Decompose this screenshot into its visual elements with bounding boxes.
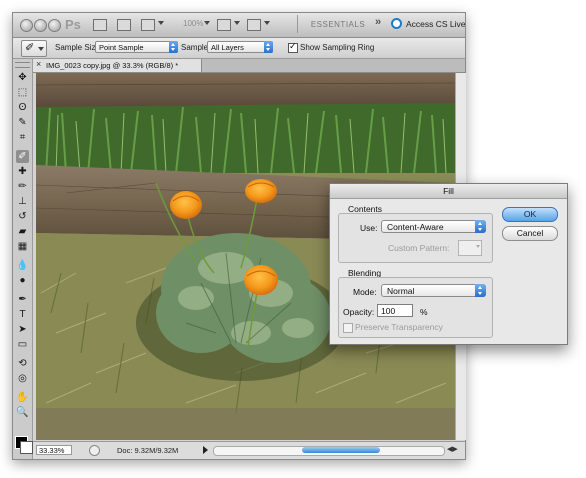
3d-rotate-tool-icon[interactable]: ⟲: [16, 357, 29, 370]
dodge-tool-icon[interactable]: ●: [16, 274, 29, 287]
minimize-window-button[interactable]: [34, 19, 47, 32]
opacity-label: Opacity:: [343, 307, 375, 317]
status-bar: 33.33% Doc: 9.32M/9.32M ◀▶: [33, 441, 465, 459]
cs-live-label: Access CS Live: [406, 19, 466, 29]
use-select[interactable]: Content-Aware: [381, 220, 486, 233]
select-arrows-icon: [475, 284, 486, 297]
chevron-down-icon[interactable]: [204, 21, 210, 25]
select-arrows-icon: [169, 41, 178, 53]
marquee-tool-icon[interactable]: ⬚: [16, 86, 29, 99]
opacity-unit: %: [420, 307, 428, 317]
lasso-tool-icon[interactable]: ʘ: [16, 101, 29, 114]
document-tab-title: IMG_0023 copy.jpg @ 33.3% (RGB/8) *: [46, 61, 179, 70]
photoshop-logo: Ps: [65, 17, 81, 32]
gradient-tool-icon[interactable]: ▦: [16, 240, 29, 253]
launch-mini-bridge-icon[interactable]: [117, 19, 131, 31]
brush-tool-icon[interactable]: ✏: [16, 180, 29, 193]
zoom-field[interactable]: 33.33%: [36, 445, 72, 455]
preserve-transparency-checkbox[interactable]: [343, 323, 353, 333]
sample-layers-select[interactable]: All Layers: [207, 41, 273, 53]
move-tool-icon[interactable]: ✥: [16, 71, 29, 84]
document-tab[interactable]: × IMG_0023 copy.jpg @ 33.3% (RGB/8) *: [33, 59, 202, 72]
tool-preset-picker[interactable]: ✐: [21, 40, 47, 57]
sample-size-value: Point Sample: [99, 43, 144, 52]
view-extras-icon[interactable]: [141, 19, 155, 31]
panel-grip[interactable]: [15, 62, 30, 68]
show-sampling-ring-checkbox[interactable]: [288, 41, 298, 53]
history-brush-tool-icon[interactable]: ↺: [16, 210, 29, 223]
fill-dialog-titlebar[interactable]: Fill: [330, 184, 567, 199]
arrange-documents-icon[interactable]: [217, 19, 231, 31]
show-sampling-ring-label: Show Sampling Ring: [300, 43, 375, 52]
mode-select-value: Normal: [387, 286, 415, 296]
chevron-down-icon: [476, 245, 480, 248]
document-size: Doc: 9.32M/9.32M: [117, 446, 179, 455]
use-label: Use:: [360, 223, 378, 233]
zoom-tool-icon[interactable]: 🔍: [16, 406, 29, 419]
application-bar: Ps 100% ESSENTIALS » Access CS Live: [13, 13, 466, 38]
cancel-button[interactable]: Cancel: [502, 226, 558, 241]
eyedropper-icon: ✐: [25, 42, 35, 54]
document-tab-bar: × IMG_0023 copy.jpg @ 33.3% (RGB/8) *: [33, 59, 465, 73]
close-tab-icon[interactable]: ×: [36, 59, 41, 69]
sample-layers-value: All Layers: [211, 43, 244, 52]
fill-dialog: Fill Contents Use: Content-Aware Custom …: [329, 183, 568, 345]
options-bar: ✐ Sample Size: Point Sample Sample: All …: [13, 38, 465, 59]
path-select-tool-icon[interactable]: ➤: [16, 323, 29, 336]
use-select-value: Content-Aware: [387, 222, 444, 232]
mode-select[interactable]: Normal: [381, 284, 486, 297]
tools-panel: ✥ ⬚ ʘ ✎ ⌗ ✐ ✚ ✏ ⊥ ↺ ▰ ▦ 💧 ● ✒ T ➤ ▭ ⟲ ◎ ✋ 🔍: [13, 59, 33, 459]
launch-bridge-icon[interactable]: [93, 19, 107, 31]
pen-tool-icon[interactable]: ✒: [16, 293, 29, 306]
chevron-down-icon[interactable]: [264, 21, 270, 25]
hand-tool-icon[interactable]: ✋: [16, 391, 29, 404]
status-menu-arrow-icon[interactable]: [203, 446, 208, 454]
healing-brush-tool-icon[interactable]: ✚: [16, 165, 29, 178]
shape-tool-icon[interactable]: ▭: [16, 338, 29, 351]
custom-pattern-picker: [458, 240, 482, 256]
type-tool-icon[interactable]: T: [16, 308, 29, 321]
horizontal-scroll-thumb[interactable]: [302, 447, 380, 453]
sample-label: Sample:: [181, 43, 211, 52]
fill-dialog-title: Fill: [443, 186, 454, 196]
eraser-tool-icon[interactable]: ▰: [16, 225, 29, 238]
status-info-icon[interactable]: [89, 445, 100, 456]
blur-tool-icon[interactable]: 💧: [16, 259, 29, 272]
zoom-window-button[interactable]: [48, 19, 61, 32]
scroll-arrows-icon[interactable]: ◀▶: [447, 445, 458, 453]
screen-mode-icon[interactable]: [247, 19, 261, 31]
mode-label: Mode:: [353, 287, 377, 297]
chevron-down-icon[interactable]: [158, 21, 164, 25]
quick-select-tool-icon[interactable]: ✎: [16, 116, 29, 129]
close-window-button[interactable]: [20, 19, 33, 32]
ok-button[interactable]: OK: [502, 207, 558, 222]
select-arrows-icon: [475, 220, 486, 233]
select-arrows-icon: [264, 41, 273, 53]
workspace-essentials-button[interactable]: ESSENTIALS: [297, 15, 378, 33]
cs-live-icon: [391, 18, 402, 29]
sample-size-select[interactable]: Point Sample: [95, 41, 178, 53]
cs-live-button[interactable]: Access CS Live: [391, 17, 466, 33]
eyedropper-tool-icon[interactable]: ✐: [16, 150, 29, 163]
custom-pattern-label: Custom Pattern:: [388, 243, 450, 253]
3d-orbit-tool-icon[interactable]: ◎: [16, 372, 29, 385]
chevron-down-icon[interactable]: [234, 21, 240, 25]
more-workspaces-button[interactable]: »: [375, 16, 381, 28]
crop-tool-icon[interactable]: ⌗: [16, 131, 29, 144]
clone-stamp-tool-icon[interactable]: ⊥: [16, 195, 29, 208]
horizontal-scrollbar[interactable]: [213, 446, 445, 456]
chevron-down-icon: [38, 47, 44, 51]
zoom-level[interactable]: 100%: [183, 19, 203, 28]
opacity-input[interactable]: 100: [377, 304, 413, 317]
preserve-transparency-label: Preserve Transparency: [355, 322, 443, 332]
background-color-swatch[interactable]: [20, 441, 33, 454]
